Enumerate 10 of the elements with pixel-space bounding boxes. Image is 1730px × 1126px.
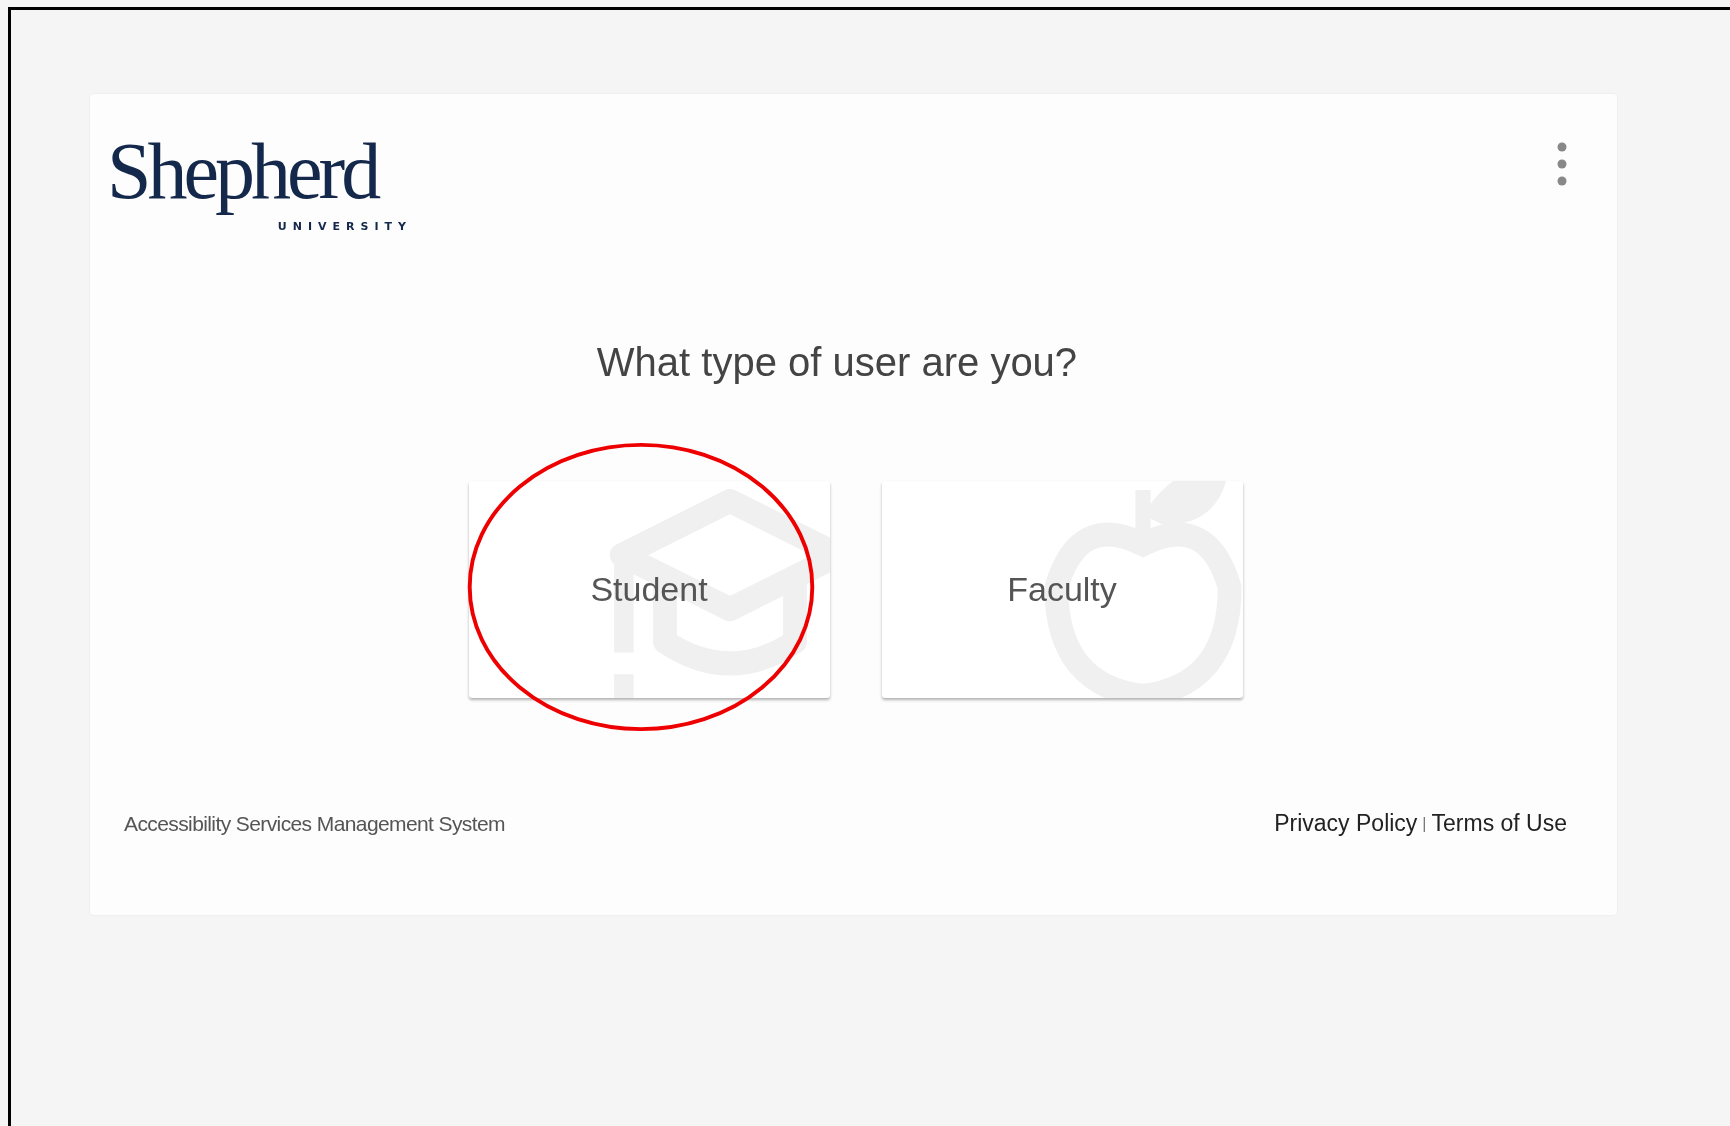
logo-wordmark: Shepherd bbox=[107, 126, 379, 217]
question-heading: What type of user are you? bbox=[595, 340, 1079, 385]
logo-subtitle: UNIVERSITY bbox=[277, 220, 412, 234]
system-name: Accessibility Services Management System bbox=[124, 811, 505, 836]
user-type-button[interactable]: Faculty bbox=[881, 481, 1243, 698]
user-type-button[interactable]: Student bbox=[468, 481, 830, 698]
link-separator: | bbox=[1422, 814, 1427, 833]
terms-link[interactable]: Terms of Use bbox=[1431, 810, 1567, 837]
privacy-link[interactable]: Privacy Policy bbox=[1274, 810, 1418, 837]
more-menu-icon[interactable] bbox=[1557, 142, 1567, 186]
